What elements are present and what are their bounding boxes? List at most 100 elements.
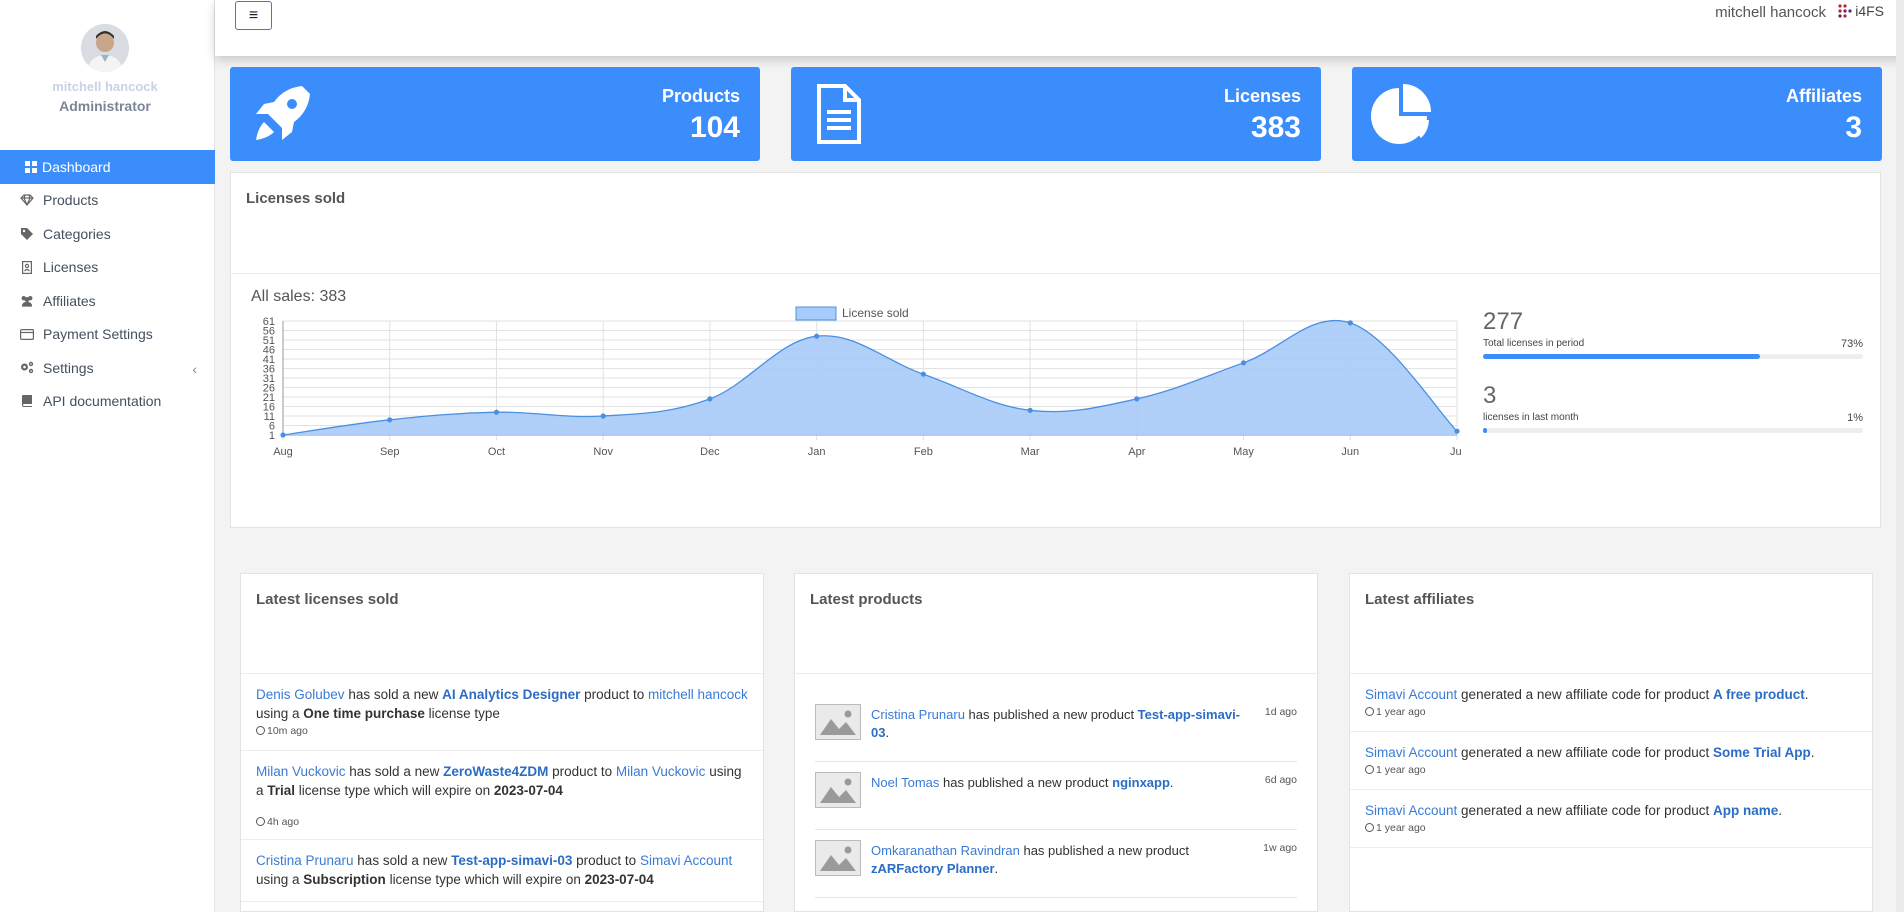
sidebar-item-dashboard[interactable]: Dashboard [0,150,215,184]
buyer-link[interactable]: Milan Vuckovic [256,764,346,779]
x-tick-label: Nov [593,446,613,458]
pie-chart-icon [1371,84,1431,144]
hamburger-icon: ≡ [248,7,259,24]
rocket-icon [256,86,310,140]
panel-title: Latest licenses sold [241,574,763,674]
timestamp: 1w ago [1263,842,1297,854]
legend-label: License sold [842,306,909,320]
sidebar-item-products[interactable]: Products [0,184,215,218]
product-link[interactable]: zARFactory Planner [871,861,995,876]
item-text: license type [424,706,500,721]
brand-logo[interactable]: i4FS [1837,3,1884,19]
data-point [1027,407,1033,413]
licenses-stat-card[interactable]: Licenses 383 [791,67,1321,161]
kpi-label: Total licenses in period [1483,338,1585,349]
credit-card-icon [20,327,34,341]
product-image-placeholder-icon [815,704,861,740]
item-text: has published a new product [1019,843,1189,858]
expiry-date: 2023-07-04 [493,783,563,798]
product-link[interactable]: ZeroWaste4ZDM [443,764,548,779]
time-text: 1 year ago [1376,706,1426,718]
stat-label: Licenses [1223,86,1301,106]
buyer-link[interactable]: Cristina Prunaru [256,853,354,868]
y-tick-label: 61 [263,316,275,328]
data-point [920,371,926,377]
timestamp: 1 year ago [1365,705,1857,719]
license-type: One time purchase [303,706,425,721]
account-link[interactable]: Simavi Account [1365,687,1457,702]
products-stat-card[interactable]: Products 104 [230,67,760,161]
product-link[interactable]: App name [1713,803,1778,818]
diamond-icon [20,193,34,207]
author-link[interactable]: Noel Tomas [871,775,939,790]
item-text: generated a new affiliate code for produ… [1457,803,1713,818]
timestamp: 4h ago [256,815,748,829]
item-text: license type which will expire on [295,783,494,798]
product-image-placeholder-icon [815,840,861,876]
seller-link[interactable]: Simavi Account [640,853,732,868]
x-tick-label: May [1233,446,1254,458]
list-item: Milan Vuckovic has sold a new ZeroWaste4… [241,751,763,840]
clock-icon [256,817,265,826]
author-link[interactable]: Omkaranathan Ravindran [871,843,1020,858]
tag-icon [20,227,34,241]
affiliates-stat-card[interactable]: Affiliates 3 [1352,67,1882,161]
data-point [1454,428,1460,434]
item-text: Cristina Prunaru has published a new pro… [871,706,1247,742]
products-list: Cristina Prunaru has published a new pro… [795,674,1317,898]
seller-link[interactable]: Milan Vuckovic [616,764,706,779]
product-link[interactable]: A free product [1713,687,1805,702]
x-tick-label: Apr [1128,446,1145,458]
kpi-progress-fill [1483,428,1487,433]
sidebar-item-affiliates[interactable]: Affiliates [0,284,215,318]
account-link[interactable]: Simavi Account [1365,803,1457,818]
item-text: has published a new product [939,775,1113,790]
data-point [1240,360,1247,366]
kpi-value: 3 [1483,382,1497,409]
scrollbar[interactable] [1896,0,1904,912]
sidebar-item-api-documentation[interactable]: API documentation [0,385,215,419]
sidebar-item-payment-settings[interactable]: Payment Settings [0,318,215,352]
timestamp: 10m ago [256,724,748,738]
cogs-icon [20,361,34,375]
item-text: license type which will expire on [385,872,585,887]
top-bar: ≡ mitchell hancock i4FS [215,0,1904,56]
menu-toggle-button[interactable]: ≡ [235,1,272,30]
timestamp: 6d ago [1264,774,1297,786]
x-tick-label: Aug [273,446,293,458]
account-link[interactable]: Simavi Account [1365,745,1457,760]
item-text: Noel Tomas has published a new product n… [871,774,1247,792]
license-icon [20,260,34,274]
buyer-link[interactable]: Denis Golubev [256,687,345,702]
list-item: Simavi Account generated a new affiliate… [1350,790,1872,848]
sidebar-item-settings[interactable]: Settings ‹ [0,351,215,385]
product-link[interactable]: Some Trial App [1713,745,1811,760]
clock-icon [256,726,265,735]
timestamp: 1d ago [1264,706,1297,718]
top-user-name[interactable]: mitchell hancock [1715,4,1826,21]
latest-licenses-panel: Latest licenses sold Denis Golubev has s… [240,573,764,912]
sidebar-item-categories[interactable]: Categories [0,217,215,251]
author-link[interactable]: Cristina Prunaru [871,707,965,722]
item-text: product to [580,687,648,702]
product-link[interactable]: Test-app-simavi-03 [451,853,572,868]
sidebar-user-role: Administrator [59,98,151,114]
stat-value: 383 [1250,111,1301,144]
time-text: 1 year ago [1376,822,1426,834]
seller-link[interactable]: mitchell hancock [648,687,748,702]
sidebar-item-label: Settings [43,359,94,376]
licenses-sold-chart[interactable]: 161116212631364146515661Aug Sep Oct Nov Dec J… [231,303,1461,529]
product-link[interactable]: AI Analytics Designer [442,687,580,702]
kpi-label: licenses in last month [1483,412,1579,423]
avatar[interactable] [81,24,129,72]
item-text: has sold a new [353,853,452,868]
list-item: Omkaranathan Ravindran has published a n… [815,830,1297,898]
item-text: generated a new affiliate code for produ… [1457,745,1713,760]
list-item: Denis Golubev has sold a new AI Analytic… [241,674,763,751]
sidebar-item-licenses[interactable]: Licenses [0,251,215,285]
data-point [1347,320,1353,326]
product-image-placeholder-icon [815,772,861,808]
latest-affiliates-panel: Latest affiliates Simavi Account generat… [1349,573,1873,912]
kpi-progress-track [1483,428,1863,433]
product-link[interactable]: nginxapp [1112,775,1170,790]
